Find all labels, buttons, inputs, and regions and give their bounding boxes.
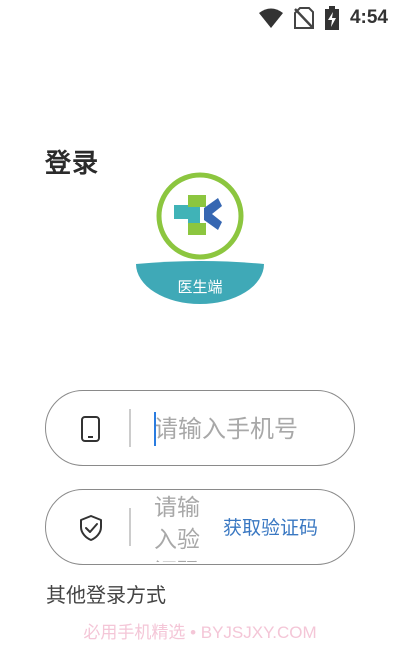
- phone-input[interactable]: [154, 409, 334, 449]
- wifi-icon: [258, 7, 284, 29]
- shield-check-icon: [76, 513, 106, 543]
- status-bar: 4:54: [0, 0, 400, 36]
- status-icons: 4:54: [258, 6, 388, 30]
- phone-icon: [76, 414, 106, 444]
- battery-charging-icon: [324, 6, 340, 30]
- verification-code-field[interactable]: 请输入验证码 获取验证码: [45, 489, 355, 565]
- other-login-link[interactable]: 其他登录方式: [46, 579, 166, 608]
- watermark: 必用手机精选 • BYJSJXY.COM: [83, 623, 317, 642]
- page-title: 登录: [45, 149, 100, 179]
- logo-caption: 医生端: [177, 278, 223, 296]
- code-input-placeholder: 请输入验证码: [154, 495, 200, 562]
- status-clock: 4:54: [349, 7, 388, 28]
- text-caret: [154, 412, 156, 446]
- field-divider: [129, 409, 131, 447]
- phone-field[interactable]: [45, 390, 355, 466]
- app-logo: 医生端: [134, 164, 266, 304]
- get-code-button[interactable]: 获取验证码: [223, 513, 318, 540]
- code-input[interactable]: 请输入验证码: [154, 492, 212, 562]
- field-divider: [129, 508, 131, 546]
- no-sim-icon: [293, 6, 314, 30]
